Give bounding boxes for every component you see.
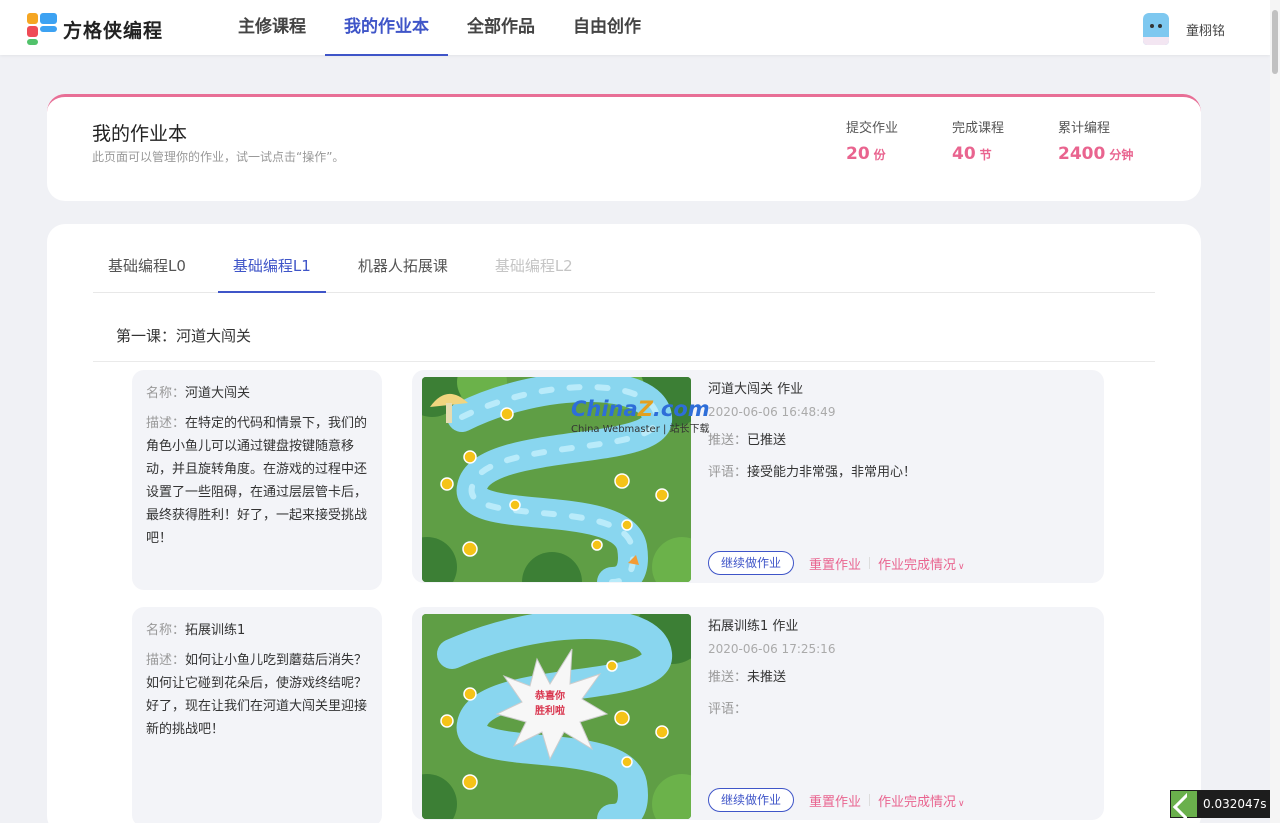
continue-homework-button[interactable]: 继续做作业 [708,551,795,575]
nav-my-homework[interactable]: 我的作业本 [325,0,448,56]
stat-submitted: 提交作业 20 份 [846,117,898,164]
chevron-down-icon: ∨ [958,798,965,809]
status-label: 作业完成情况 [878,557,957,573]
stat-coding-time: 累计编程 2400 分钟 [1058,117,1133,164]
comment-key: 评语： [708,702,748,717]
name-key: 名称： [146,623,186,638]
perf-timer-widget[interactable]: 0.032047s [1170,790,1270,818]
stat-label: 提交作业 [846,121,899,136]
homework-list-card: 基础编程L0 基础编程L1 机器人拓展课 基础编程L2 第一课：河道大闯关 名称… [47,224,1201,823]
site-watermark: ChinaZ.com China Webmaster | 站长下载 [571,397,710,435]
page-subtitle: 此页面可以管理你的作业，试一试点击“操作”。 [92,150,345,164]
stat-label: 累计编程 [1058,121,1111,136]
watermark-brand-b: .com [652,397,710,421]
desc-key: 描述： [146,416,186,431]
work-name: 拓展训练1 作业 [708,619,799,634]
victory-badge: 恭喜你 胜利啦 [520,689,580,719]
homework-desc: 在特定的代码和情景下，我们的角色小鱼儿可以通过键盘按键随意移动，并且旋转角度。在… [146,416,368,546]
work-actions: 继续做作业 重置作业 作业完成情况 ∨ [708,788,965,812]
push-key: 推送： [708,670,748,685]
comment-key: 评语： [708,465,748,480]
homework-desc-card: 名称：河道大闯关 描述：在特定的代码和情景下，我们的角色小鱼儿可以通过键盘按键随… [132,370,382,590]
stat-value: 20 [846,144,870,164]
watermark-brand-a: China [571,397,638,421]
main-nav: 主修课程 我的作业本 全部作品 自由创作 [219,0,660,56]
continue-homework-button[interactable]: 继续做作业 [708,788,795,812]
avatar[interactable] [1143,13,1169,45]
teacher-comment: 接受能力非常强，非常用心！ [747,465,917,480]
homework-work-card: 河道大闯关 作业 2020-06-06 16:48:49 推送：已推送 评语：接… [412,370,1104,583]
logo-blocks-icon [27,13,59,45]
brand-name: 方格侠编程 [63,19,164,42]
victory-line1: 恭喜你 [535,691,565,702]
page-scrollbar[interactable] [1270,0,1280,823]
nav-all-works[interactable]: 全部作品 [448,0,554,55]
homework-name: 拓展训练1 [185,623,246,638]
tab-basic-l1[interactable]: 基础编程L1 [217,246,326,293]
stat-value: 2400 [1058,144,1106,164]
work-actions: 继续做作业 重置作业 作业完成情况 ∨ [708,551,965,575]
push-key: 推送： [708,433,748,448]
perf-value: 0.032047s [1203,797,1267,811]
tab-basic-l2: 基础编程L2 [494,257,573,275]
user-menu[interactable]: 童栩铭 [1143,13,1225,45]
homework-status-dropdown[interactable]: 作业完成情况 ∨ [878,791,965,810]
game-thumbnail[interactable]: 恭喜你 胜利啦 [422,614,691,819]
work-info: 河道大闯关 作业 2020-06-06 16:48:49 推送：已推送 评语：接… [708,378,1088,480]
work-time: 2020-06-06 17:25:16 [708,642,836,656]
work-name: 河道大闯关 作业 [708,382,804,397]
stat-unit: 份 [873,148,886,162]
chevron-down-icon: ∨ [958,561,965,572]
stat-completed: 完成课程 40 节 [952,117,1004,164]
push-status: 已推送 [747,433,787,448]
divider [93,361,1155,362]
homework-work-card: 恭喜你 胜利啦 拓展训练1 作业 2020-06-06 17:25:16 推送：… [412,607,1104,820]
work-time: 2020-06-06 16:48:49 [708,405,836,419]
divider [869,557,871,569]
homework-name: 河道大闯关 [185,386,251,401]
status-label: 作业完成情况 [878,794,957,810]
tab-robot-ext[interactable]: 机器人拓展课 [343,246,463,292]
user-name[interactable]: 童栩铭 [1186,20,1225,39]
victory-line2: 胜利啦 [535,706,565,717]
course-tabs: 基础编程L0 基础编程L1 机器人拓展课 基础编程L2 [93,246,1155,293]
desc-key: 描述： [146,653,186,668]
watermark-tagline: China Webmaster | 站长下载 [571,424,710,435]
homework-summary-card: 我的作业本 此页面可以管理你的作业，试一试点击“操作”。 提交作业 20 份 完成… [47,94,1201,201]
nav-free-creation[interactable]: 自由创作 [554,0,660,55]
name-key: 名称： [146,386,186,401]
speed-icon [1171,791,1197,817]
stat-value: 40 [952,144,976,164]
reset-homework-button[interactable]: 重置作业 [809,791,861,810]
scrollbar-thumb[interactable] [1272,10,1278,74]
brand-logo[interactable]: 方格侠编程 [27,13,163,45]
homework-status-dropdown[interactable]: 作业完成情况 ∨ [878,554,965,573]
work-info: 拓展训练1 作业 2020-06-06 17:25:16 推送：未推送 评语： [708,615,1088,717]
page-title: 我的作业本 [92,123,188,145]
stat-label: 完成课程 [952,121,1005,136]
push-status: 未推送 [747,670,787,685]
homework-desc-card: 名称：拓展训练1 描述：如何让小鱼儿吃到蘑菇后消失？如何让它碰到花朵后，使游戏终… [132,607,382,823]
reset-homework-button[interactable]: 重置作业 [809,554,861,573]
tab-basic-l0[interactable]: 基础编程L0 [93,246,201,292]
top-navbar: 方格侠编程 主修课程 我的作业本 全部作品 自由创作 童栩铭 [0,0,1270,56]
nav-main-courses[interactable]: 主修课程 [219,0,325,55]
stat-unit: 分钟 [1109,148,1134,162]
divider [869,794,871,806]
lesson-title: 第一课：河道大闯关 [116,327,252,345]
stat-unit: 节 [979,148,992,162]
watermark-brand-z: Z [637,397,653,421]
